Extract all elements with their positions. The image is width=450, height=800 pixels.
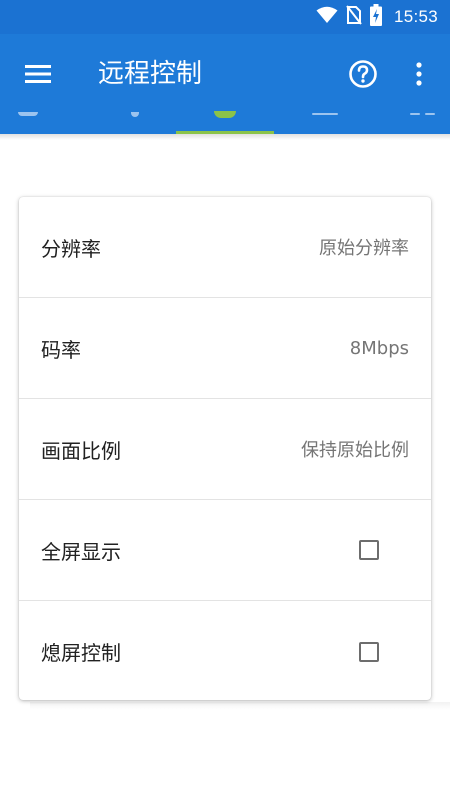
screen-off-label: 熄屏控制: [41, 641, 121, 665]
settings-card: 分辨率 原始分辨率 码率 8Mbps 画面比例 保持原始比例 全屏显示 熄屏控制: [19, 197, 431, 700]
app-toolbar: 远程控制: [0, 34, 450, 134]
tab-fragment: [214, 111, 236, 118]
fullscreen-row[interactable]: 全屏显示: [19, 500, 431, 601]
tab-fragment: [312, 113, 338, 115]
tab-fragment: [410, 113, 420, 115]
bitrate-row[interactable]: 码率 8Mbps: [19, 298, 431, 399]
status-bar: 15:53: [0, 0, 450, 34]
more-options-button[interactable]: [404, 56, 434, 92]
battery-charging-icon: [369, 4, 382, 30]
help-icon: [349, 60, 377, 88]
bitrate-value: 8Mbps: [349, 337, 409, 359]
tab-strip: [0, 106, 450, 134]
menu-icon: [25, 65, 51, 83]
screen-off-row[interactable]: 熄屏控制: [19, 601, 431, 700]
fullscreen-checkbox[interactable]: [359, 540, 379, 560]
menu-button[interactable]: [22, 58, 54, 90]
wifi-icon: [316, 6, 338, 28]
fullscreen-label: 全屏显示: [41, 539, 121, 564]
resolution-value: 原始分辨率: [319, 238, 409, 259]
tab-fragment: [131, 112, 139, 117]
card-bottom-shadow: [30, 702, 450, 710]
bitrate-label: 码率: [41, 337, 81, 362]
no-sim-icon: [346, 5, 362, 29]
tab-fragment: [18, 112, 38, 116]
resolution-label: 分辨率: [41, 236, 101, 261]
toolbar-shadow: [0, 134, 450, 140]
status-time: 15:53: [393, 7, 438, 26]
more-vert-icon: [416, 62, 422, 86]
help-button[interactable]: [345, 56, 381, 92]
aspect-ratio-row[interactable]: 画面比例 保持原始比例: [19, 399, 431, 500]
aspect-ratio-value: 保持原始比例: [301, 440, 409, 461]
aspect-ratio-label: 画面比例: [41, 438, 121, 463]
screen-off-checkbox[interactable]: [359, 641, 379, 662]
page-title: 远程控制: [98, 59, 203, 89]
tab-fragment: [425, 113, 435, 115]
resolution-row[interactable]: 分辨率 原始分辨率: [19, 197, 431, 298]
